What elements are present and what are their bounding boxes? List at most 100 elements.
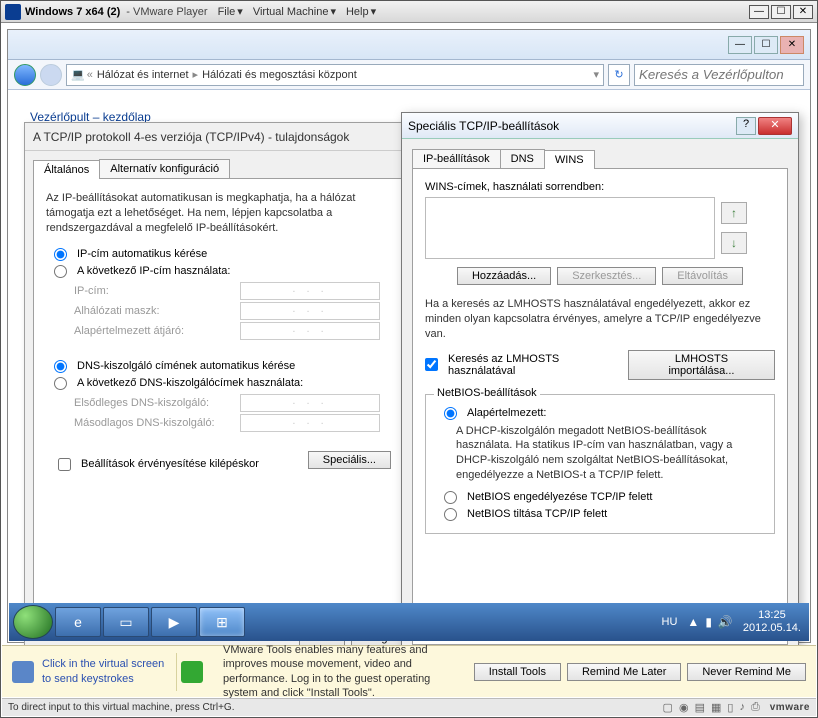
wins-address-list[interactable] [425,197,715,259]
dns2-label: Másodlagos DNS-kiszolgáló: [74,417,234,429]
tray-flag-icon[interactable]: ▲ [687,615,699,629]
validate-on-exit-checkbox[interactable] [58,458,71,471]
advanced-button[interactable]: Speciális... [308,451,391,469]
netbios-default-description: A DHCP-kiszolgálón megadott NetBIOS-beál… [456,424,764,483]
lmhosts-import-button[interactable]: LMHOSTS importálása... [628,350,775,380]
breadcrumb-level1[interactable]: Hálózat és internet [97,69,189,81]
device-cd-icon[interactable]: ◉ [679,701,689,714]
taskbar-ie-icon[interactable]: e [55,607,101,637]
device-floppy-icon[interactable]: ▤ [695,701,705,714]
netbios-group-title: NetBIOS-beállítások [434,387,540,399]
radio-dns-auto[interactable] [54,360,67,373]
taskbar-media-icon[interactable]: ▶ [151,607,197,637]
system-tray: HU ▲ ▮ 🔊 13:25 2012.05.14. [662,609,805,634]
vmware-brand: vmware [770,702,810,713]
subnet-mask-input: . . . [240,302,380,320]
tab-ip-settings[interactable]: IP-beállítások [412,149,501,168]
vmware-logo-icon [5,4,21,20]
explorer-window-controls: — ☐ ✕ [8,30,810,60]
wins-add-button[interactable]: Hozzáadás... [457,267,551,285]
dns1-input: . . . [240,394,380,412]
menu-help[interactable]: Help ▾ [346,5,376,18]
install-tools-button[interactable]: Install Tools [474,663,561,681]
tray-volume-icon[interactable]: 🔊 [718,615,733,629]
breadcrumb-level2[interactable]: Hálózati és megosztási központ [202,69,357,81]
lmhosts-lookup-checkbox[interactable] [425,358,438,371]
tray-network-icon[interactable]: ▮ [705,615,712,629]
ip-address-label: IP-cím: [74,285,234,297]
nav-back-button[interactable] [14,64,36,86]
tab-wins[interactable]: WINS [544,150,595,169]
search-input[interactable] [634,64,804,86]
hint-screen-icon [12,661,34,683]
tab-general[interactable]: Általános [33,160,100,179]
gateway-label: Alapértelmezett átjáró: [74,325,234,337]
wins-addresses-label: WINS-címek, használati sorrendben: [425,181,775,193]
tray-language[interactable]: HU [662,616,678,628]
ipv4-description: Az IP-beállításokat automatikusan is meg… [46,191,397,236]
vmware-player-window: Windows 7 x64 (2) - VMware Player File ▾… [0,0,818,718]
start-button[interactable] [13,605,53,639]
radio-dns-manual[interactable] [54,377,67,390]
vm-title: Windows 7 x64 (2) [25,6,120,18]
radio-ip-auto[interactable] [54,248,67,261]
radio-netbios-disable[interactable] [444,508,457,521]
device-sound-icon[interactable]: ♪ [739,701,745,714]
lmhosts-info: Ha a keresés az LMHOSTS használatával en… [425,297,775,342]
taskbar-explorer-icon[interactable]: ▭ [103,607,149,637]
vmware-maximize-button[interactable]: ☐ [771,5,791,19]
radio-netbios-enable[interactable] [444,491,457,504]
device-usb-icon[interactable]: ▯ [727,701,733,714]
taskbar-control-panel-icon[interactable]: ⊞ [199,607,245,637]
remind-later-button[interactable]: Remind Me Later [567,663,681,681]
device-network-icon[interactable]: ▦ [711,701,721,714]
network-icon: 💻 [71,68,85,81]
explorer-minimize-button[interactable]: — [728,36,752,54]
menu-virtual-machine[interactable]: Virtual Machine ▾ [253,5,336,18]
menu-file[interactable]: File ▾ [218,5,243,18]
refresh-button[interactable]: ↻ [608,64,630,86]
tab-alternative-config[interactable]: Alternatív konfiguráció [99,159,230,178]
breadcrumb[interactable]: 💻 « Hálózat és internet ▸ Hálózati és me… [66,64,604,86]
vmware-menu: File ▾ Virtual Machine ▾ Help ▾ [218,5,377,18]
vmware-close-button[interactable]: ✕ [793,5,813,19]
nav-forward-button[interactable] [40,64,62,86]
dns1-label: Elsődleges DNS-kiszolgáló: [74,397,234,409]
never-remind-button[interactable]: Never Remind Me [687,663,806,681]
device-hdd-icon[interactable]: ▢ [663,701,673,714]
tab-dns[interactable]: DNS [500,149,545,168]
lmhosts-lookup-label: Keresés az LMHOSTS használatával [448,353,622,377]
subnet-mask-label: Alhálózati maszk: [74,305,234,317]
click-screen-link[interactable]: Click in the virtual screen to send keys… [42,657,172,686]
radio-ip-manual[interactable] [54,265,67,278]
advanced-close-button[interactable]: ✕ [758,117,792,135]
advanced-help-button[interactable]: ? [736,117,756,135]
tray-clock[interactable]: 13:25 2012.05.14. [743,609,801,634]
device-printer-icon[interactable]: ⎙ [751,701,760,714]
gateway-input: . . . [240,322,380,340]
advanced-titlebar: Speciális TCP/IP-beállítások ? ✕ [402,113,798,139]
radio-netbios-default[interactable] [444,407,457,420]
ipv4-properties-window: A TCP/IP protokoll 4-es verziója (TCP/IP… [24,122,419,672]
explorer-address-bar: 💻 « Hálózat és internet ▸ Hálózati és me… [8,60,810,90]
move-up-button[interactable]: ↑ [721,202,747,224]
vmware-tools-hint: Click in the virtual screen to send keys… [2,645,816,697]
explorer-close-button[interactable]: ✕ [780,36,804,54]
advanced-tcpip-window: Speciális TCP/IP-beállítások ? ✕ IP-beál… [401,112,799,682]
windows-taskbar: e ▭ ▶ ⊞ HU ▲ ▮ 🔊 13:25 2012.05.14. [9,603,809,641]
vmware-status-bar: To direct input to this virtual machine,… [2,698,816,716]
vmware-minimize-button[interactable]: — [749,5,769,19]
guest-screen: — ☐ ✕ 💻 « Hálózat és internet ▸ Hálózati… [7,29,811,643]
dns2-input: . . . [240,414,380,432]
vmware-device-icons: ▢ ◉ ▤ ▦ ▯ ♪ ⎙ [663,701,760,714]
netbios-settings-group: NetBIOS-beállítások Alapértelmezett: A D… [425,394,775,534]
vmware-tools-icon [181,661,203,683]
wins-edit-button: Szerkesztés... [557,267,656,285]
vmware-titlebar: Windows 7 x64 (2) - VMware Player File ▾… [1,1,817,23]
vm-title-suffix: - VMware Player [126,6,207,18]
ipv4-window-title: A TCP/IP protokoll 4-es verziója (TCP/IP… [25,123,418,151]
ip-address-input: . . . [240,282,380,300]
status-text: To direct input to this virtual machine,… [8,702,234,713]
explorer-maximize-button[interactable]: ☐ [754,36,778,54]
move-down-button[interactable]: ↓ [721,232,747,254]
